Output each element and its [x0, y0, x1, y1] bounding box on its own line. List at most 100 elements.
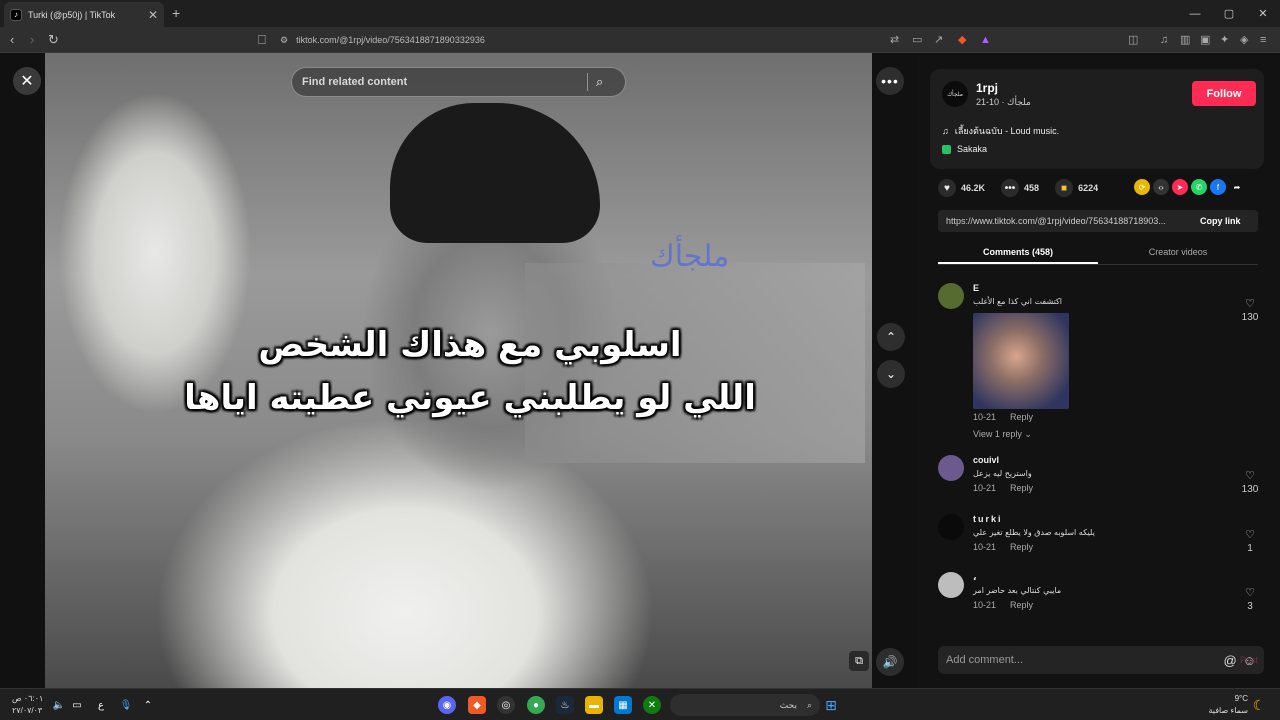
comment-text: مايبي كنتالي بعد حاضر امر [973, 586, 1062, 595]
author-avatar[interactable]: ملجأك [942, 81, 968, 107]
translate-icon[interactable]: ⇄ [890, 31, 899, 49]
picture-in-picture-icon[interactable]: ⧉ [849, 651, 869, 671]
embed-icon[interactable]: ‹› [1153, 179, 1169, 195]
close-window-button[interactable]: ✕ [1246, 0, 1280, 27]
previous-video-button[interactable]: ⌃ [877, 323, 905, 351]
store-icon[interactable]: ▦ [614, 696, 632, 714]
new-tab-button[interactable]: + [172, 5, 180, 21]
panel-tabs: Comments (458) Creator videos [938, 239, 1258, 265]
share-more-icon[interactable]: ➦ [1229, 179, 1245, 195]
comment-like[interactable]: ♡ 3 [1240, 586, 1260, 612]
location-icon [942, 144, 951, 154]
close-video-button[interactable]: ✕ [13, 67, 41, 95]
reply-button[interactable]: Reply [1010, 412, 1033, 422]
commenter-name[interactable]: couivl [973, 455, 999, 465]
commenter-name[interactable]: ، [973, 572, 976, 583]
cast-icon[interactable]: ▭ [912, 31, 922, 49]
comment-footer: 10-21 Reply [973, 542, 1033, 552]
share-page-icon[interactable]: ↗ [934, 31, 943, 49]
mention-icon[interactable]: @ [1224, 653, 1237, 668]
file-explorer-icon[interactable]: ▬ [585, 696, 603, 714]
commenter-name[interactable]: turki [973, 514, 1003, 524]
network-icon[interactable]: ▭ [68, 696, 86, 714]
reply-button[interactable]: Reply [1010, 542, 1033, 552]
comment-image[interactable] [973, 313, 1069, 409]
reload-icon[interactable]: ↻ [48, 31, 59, 49]
maximize-button[interactable]: ▢ [1212, 0, 1246, 27]
back-icon[interactable]: ‹ [10, 31, 14, 49]
tab-comments[interactable]: Comments (458) [938, 239, 1098, 264]
comment-like[interactable]: ♡ 130 [1240, 297, 1260, 323]
discord-icon[interactable]: ◉ [438, 696, 456, 714]
tray-chevron-icon[interactable]: ⌃ [139, 696, 157, 714]
location-link[interactable]: Sakaka [942, 144, 987, 154]
sidebar-icon[interactable]: ▥ [1180, 31, 1190, 49]
facebook-icon[interactable]: f [1210, 179, 1226, 195]
reply-button[interactable]: Reply [1010, 600, 1033, 610]
input-language[interactable]: ع [92, 696, 110, 714]
xbox-icon[interactable]: ✕ [643, 696, 661, 714]
copy-link-button[interactable]: Copy link [1200, 216, 1241, 226]
follow-button[interactable]: Follow [1192, 81, 1256, 106]
add-comment-input[interactable] [946, 654, 1218, 666]
comment-like[interactable]: ♡ 1 [1240, 528, 1260, 554]
browser-tab[interactable]: ♪ Turki (@p50j) | TikTok ✕ [4, 2, 164, 27]
clock-date[interactable]: ٢٧/٠٧/٠٣ [12, 706, 42, 715]
vpn-icon[interactable]: ◈ [1240, 31, 1248, 49]
commenter-avatar[interactable] [938, 514, 964, 540]
view-replies-button[interactable]: View 1 reply ⌄ [973, 429, 1032, 440]
more-options-button[interactable]: ••• [876, 67, 904, 95]
reply-button[interactable]: Reply [1010, 483, 1033, 493]
repost-icon[interactable]: ⟳ [1134, 179, 1150, 195]
forward-icon[interactable]: › [30, 31, 34, 49]
chrome-icon[interactable]: ● [527, 696, 545, 714]
commenter-name[interactable]: E [973, 283, 979, 293]
minimize-button[interactable]: — [1178, 0, 1212, 27]
wallet-icon[interactable]: ▣ [1200, 31, 1210, 49]
close-tab-icon[interactable]: ✕ [148, 8, 158, 22]
commenter-avatar[interactable] [938, 283, 964, 309]
weather-temp[interactable]: 9°C [1208, 694, 1248, 703]
clock-time[interactable]: ٠٦:٠١ ص [12, 694, 43, 703]
brave-icon[interactable]: ◆ [468, 696, 486, 714]
start-icon[interactable]: ⊞ [822, 696, 840, 714]
author-username[interactable]: 1rpj [976, 81, 998, 95]
weather-text[interactable]: سماء صافية [1200, 706, 1248, 715]
save-stat[interactable]: ■ 6224 [1055, 179, 1098, 197]
related-search-input[interactable] [302, 76, 587, 88]
video-player[interactable]: ✕ ⌕ ••• ملجأك اسلوبي مع هذاك الشخص اللي … [0, 53, 918, 688]
media-icon[interactable]: ♫ [1160, 31, 1168, 49]
volume-button[interactable]: 🔊 [876, 648, 904, 676]
music-link[interactable]: ♫ เลี้ยงต้นฉบับ - Loud music. [942, 124, 1059, 138]
related-search-box[interactable]: ⌕ [291, 67, 626, 97]
leo-icon[interactable]: ✦ [1220, 31, 1229, 49]
microphone-icon[interactable]: 🎙 [117, 696, 135, 714]
bookmark-icon[interactable]: ⎕ [258, 31, 266, 49]
search-icon[interactable]: ⌕ [596, 74, 603, 90]
comment-like[interactable]: ♡ 130 [1240, 469, 1260, 495]
next-video-button[interactable]: ⌄ [877, 360, 905, 388]
send-icon[interactable]: ➤ [1172, 179, 1188, 195]
comment-item: ، مايبي كنتالي بعد حاضر امر 10-21 Reply … [938, 572, 1268, 617]
post-button[interactable]: Post [1240, 655, 1258, 665]
speaker-icon[interactable]: 🔈 [50, 696, 68, 714]
commenter-avatar[interactable] [938, 572, 964, 598]
taskbar-search[interactable]: بحث ⌕ [670, 694, 820, 716]
screenshot-icon[interactable]: ◫ [1128, 31, 1138, 49]
menu-icon[interactable]: ≡ [1260, 31, 1266, 49]
comment-footer: 10-21 Reply [973, 412, 1033, 422]
commenter-avatar[interactable] [938, 455, 964, 481]
rewards-icon[interactable]: ▲ [980, 31, 991, 49]
like-stat[interactable]: ♥ 46.2K [938, 179, 985, 197]
brave-shield-icon[interactable]: ◆ [958, 31, 966, 49]
site-info-icon[interactable]: ⚙ [280, 35, 288, 46]
comment-stat[interactable]: ••• 458 [1001, 179, 1039, 197]
heart-icon: ♥ [938, 179, 956, 197]
video-link-text[interactable]: https://www.tiktok.com/@1rpj/video/75634… [938, 216, 1192, 226]
weather-moon-icon[interactable]: ☾ [1250, 696, 1268, 714]
tab-creator-videos[interactable]: Creator videos [1098, 239, 1258, 264]
view-replies-label: View 1 reply [973, 429, 1022, 439]
steam-icon[interactable]: ♨ [556, 696, 574, 714]
app-icon[interactable]: ◎ [497, 696, 515, 714]
whatsapp-icon[interactable]: ✆ [1191, 179, 1207, 195]
